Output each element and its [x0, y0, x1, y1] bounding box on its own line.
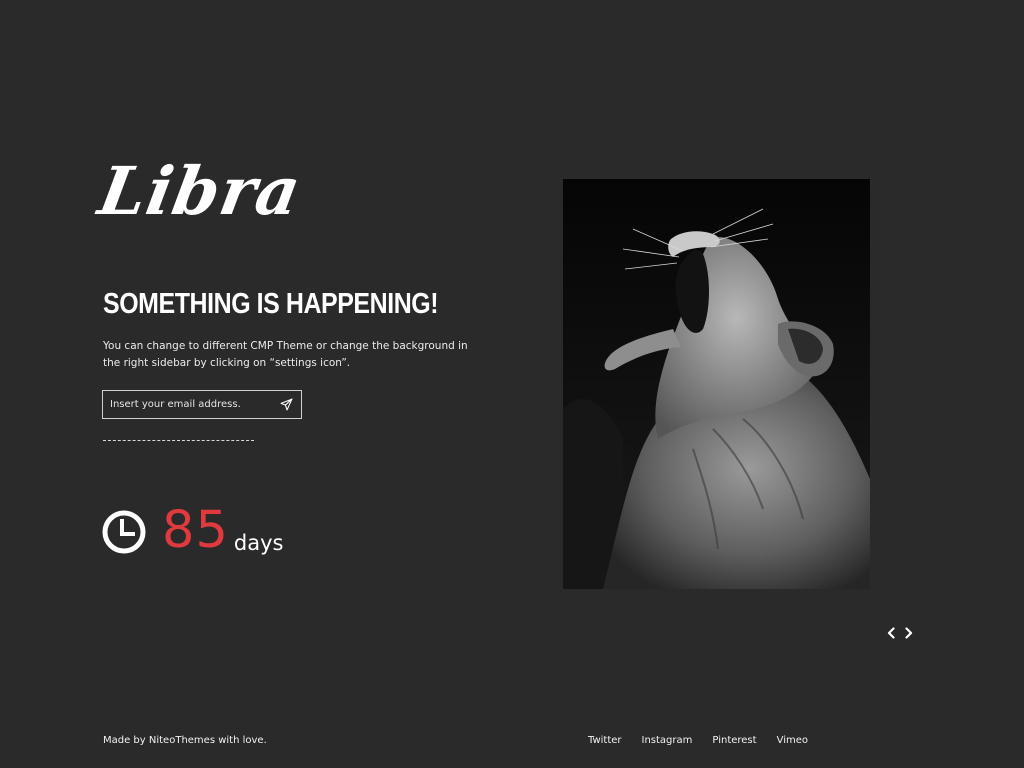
email-input[interactable]: [103, 391, 271, 418]
social-link-instagram[interactable]: Instagram: [642, 735, 693, 746]
subscribe-form: [102, 390, 302, 419]
countdown: 85 days: [102, 505, 283, 557]
coming-soon-page: Libra SOMETHING IS HAPPENING! You can ch…: [0, 0, 1024, 768]
slider-next-button[interactable]: [902, 625, 916, 641]
chevron-right-icon: [905, 627, 913, 639]
page-description: You can change to different CMP Theme or…: [103, 340, 468, 369]
dashed-divider: [103, 440, 254, 441]
page-headline: SOMETHING IS HAPPENING!: [103, 288, 439, 320]
social-link-twitter[interactable]: Twitter: [588, 735, 622, 746]
slider-prev-button[interactable]: [884, 625, 898, 641]
social-link-vimeo[interactable]: Vimeo: [777, 735, 808, 746]
chevron-left-icon: [887, 627, 895, 639]
countdown-unit: days: [233, 531, 284, 555]
social-link-pinterest[interactable]: Pinterest: [712, 735, 756, 746]
lioness-photo: [563, 179, 870, 589]
social-links: Twitter Instagram Pinterest Vimeo: [588, 735, 828, 746]
subscribe-submit-button[interactable]: [271, 391, 301, 418]
brand-logo: Libra: [93, 152, 308, 230]
paper-plane-icon: [280, 398, 292, 411]
countdown-value: 85: [162, 501, 229, 560]
slider-navigation: [884, 625, 916, 641]
footer-credit: Made by NiteoThemes with love.: [103, 735, 267, 746]
clock-icon: [102, 510, 146, 554]
